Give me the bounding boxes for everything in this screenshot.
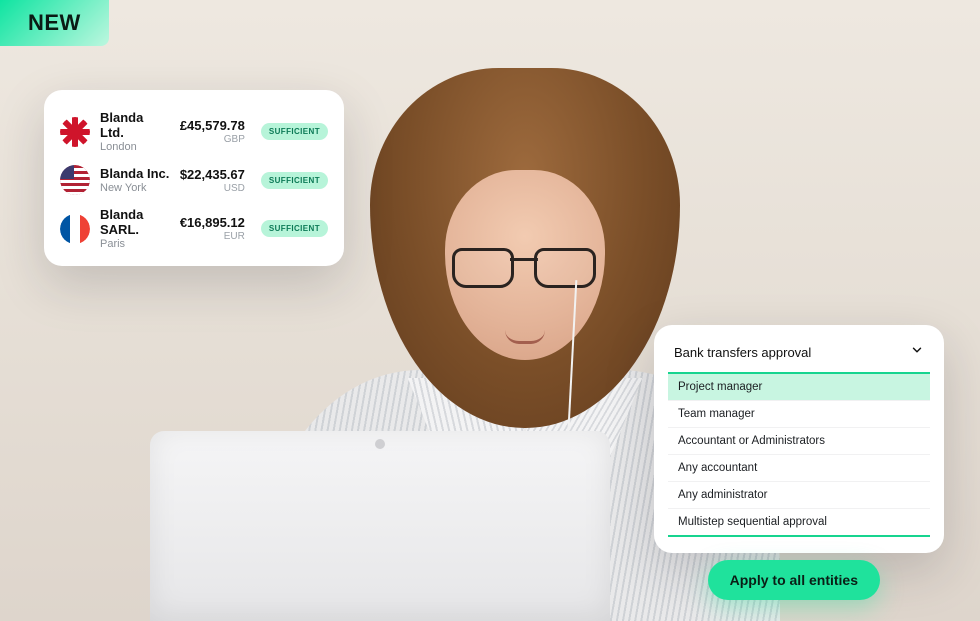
flag-fr-icon: [60, 214, 90, 244]
dropdown-option[interactable]: Any accountant: [668, 454, 930, 481]
status-badge: SUFFICIENT: [261, 172, 328, 189]
entity-city: London: [100, 141, 170, 153]
flag-us-icon: [60, 165, 90, 195]
dropdown-option[interactable]: Team manager: [668, 400, 930, 427]
entity-row[interactable]: Blanda Inc. New York $22,435.67 USD SUFF…: [60, 159, 328, 201]
entity-name: Blanda Ltd.: [100, 110, 170, 140]
status-badge: SUFFICIENT: [261, 123, 328, 140]
entity-amount: €16,895.12: [180, 215, 245, 230]
dropdown-list: Project manager Team manager Accountant …: [668, 372, 930, 537]
entity-name: Blanda SARL.: [100, 207, 170, 237]
status-badge: SUFFICIENT: [261, 220, 328, 237]
entity-row[interactable]: Blanda SARL. Paris €16,895.12 EUR SUFFIC…: [60, 201, 328, 256]
approval-dropdown-card: Bank transfers approval Project manager …: [654, 325, 944, 553]
entity-row[interactable]: Blanda Ltd. London £45,579.78 GBP SUFFIC…: [60, 104, 328, 159]
entity-amount: £45,579.78: [180, 118, 245, 133]
entity-currency: EUR: [180, 231, 245, 242]
dropdown-option[interactable]: Accountant or Administrators: [668, 427, 930, 454]
stage: NEW Blanda Ltd. London £45,579.78 GBP SU…: [0, 0, 980, 621]
new-badge: NEW: [0, 0, 109, 46]
entity-amount: $22,435.67: [180, 167, 245, 182]
laptop-illustration: [150, 431, 610, 621]
apply-all-button[interactable]: Apply to all entities: [708, 560, 880, 600]
entity-name: Blanda Inc.: [100, 166, 170, 181]
dropdown-option[interactable]: Multistep sequential approval: [668, 508, 930, 535]
entity-city: New York: [100, 182, 170, 194]
chevron-down-icon: [910, 343, 924, 362]
dropdown-toggle[interactable]: Bank transfers approval: [668, 343, 930, 372]
entities-card: Blanda Ltd. London £45,579.78 GBP SUFFIC…: [44, 90, 344, 266]
flag-uk-icon: [60, 117, 90, 147]
dropdown-option[interactable]: Project manager: [668, 374, 930, 400]
entity-currency: GBP: [180, 134, 245, 145]
dropdown-option[interactable]: Any administrator: [668, 481, 930, 508]
entity-city: Paris: [100, 238, 170, 250]
entity-currency: USD: [180, 183, 245, 194]
dropdown-title: Bank transfers approval: [674, 345, 811, 360]
